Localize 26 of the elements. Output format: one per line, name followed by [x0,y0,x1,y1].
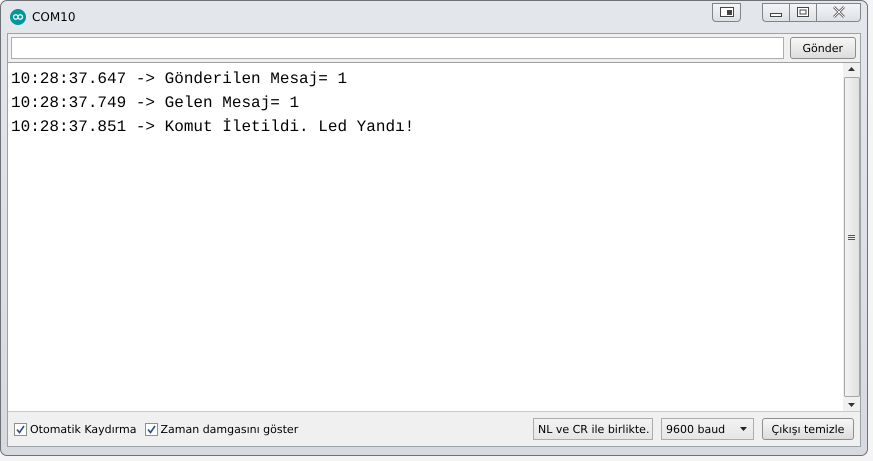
scroll-up-icon[interactable] [848,67,855,71]
window-layout-button[interactable] [712,2,741,22]
caret-icon [740,427,747,431]
output-line: 10:28:37.851 -> Komut İletildi. Led Yandı! [11,117,416,138]
maximize-icon [797,7,809,17]
checkbox[interactable] [14,422,27,436]
close-icon [832,6,846,18]
send-button[interactable]: Gönder [790,37,856,59]
window-title: COM10 [32,10,76,24]
line-ending-dropdown[interactable]: NL ve CR ile birlikte. [533,418,653,440]
output-line: 10:28:37.749 -> Gelen Mesaj= 1 [11,93,300,114]
checkbox-label: Otomatik Kaydırma [30,422,136,436]
app-logo-icon [10,9,26,25]
window-layout-icon [720,7,734,17]
grip-icon [848,234,855,240]
message-input-field[interactable] [11,37,784,59]
checkbox[interactable] [144,422,158,436]
checkbox-label: Zaman damgasını göster [160,422,298,436]
vertical-scrollbar[interactable] [843,63,860,411]
baud-rate-dropdown[interactable]: 9600 baud [661,418,754,440]
scroll-down-icon[interactable] [848,403,855,407]
maximize-button[interactable] [789,2,816,22]
output-line: 10:28:37.647 -> Gönderilen Mesaj= 1 [11,69,348,90]
minimize-button[interactable] [762,2,789,22]
close-button[interactable] [816,2,861,22]
clear-output-button[interactable]: Çıkışı temizle [762,418,854,440]
